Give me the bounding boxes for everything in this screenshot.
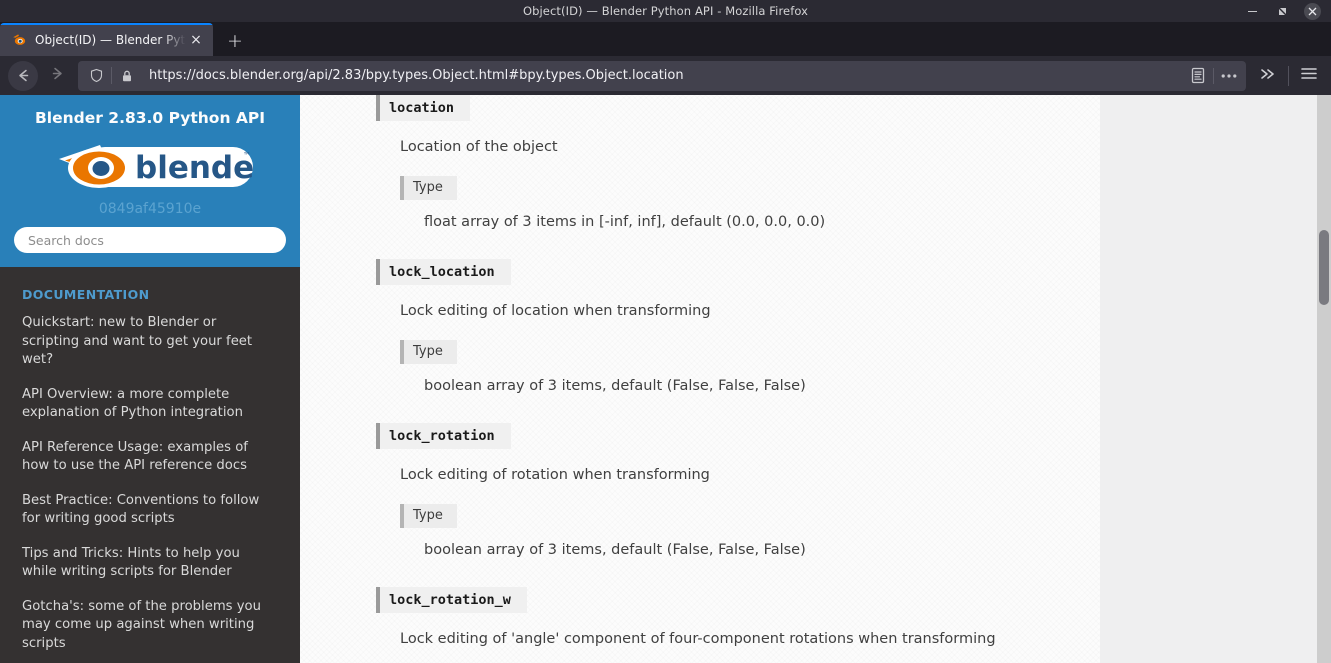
sidebar-item-best-practice[interactable]: Best Practice: Conventions to follow for… (0, 492, 300, 529)
docs-sidebar: Blender 2.83.0 Python API blender ™ 0849… (0, 95, 300, 663)
chevron-double-right-icon (1259, 66, 1277, 86)
hamburger-menu-icon (1300, 66, 1318, 85)
page-scrollbar[interactable] (1317, 95, 1331, 663)
property-location: location Location of the object Type flo… (376, 95, 1076, 230)
svg-text:™: ™ (243, 151, 251, 160)
window-title: Object(ID) — Blender Python API - Mozill… (522, 4, 809, 18)
property-description: Lock editing of 'angle' component of fou… (400, 631, 996, 647)
property-name: lock_rotation_w (376, 587, 527, 613)
scrollbar-thumb[interactable] (1319, 230, 1329, 305)
type-label: Type (400, 176, 457, 200)
browser-viewport: Blender 2.83.0 Python API blender ™ 0849… (0, 95, 1331, 663)
blender-logo[interactable]: blender ™ (0, 135, 300, 195)
forward-arrow-icon (49, 65, 66, 86)
url-bar-actions (1183, 63, 1244, 89)
app-menu-button[interactable] (1293, 60, 1325, 92)
back-button[interactable] (6, 60, 40, 92)
sidebar-nav: DOCUMENTATION Quickstart: new to Blender… (0, 267, 300, 653)
svg-text:blender: blender (135, 150, 254, 186)
type-value: boolean array of 3 items, default (False… (424, 378, 806, 394)
overflow-menu-button[interactable] (1252, 60, 1284, 92)
window-controls (1237, 0, 1327, 22)
sidebar-item-gotchas[interactable]: Gotcha's: some of the problems you may c… (0, 598, 300, 654)
url-text[interactable]: https://docs.blender.org/api/2.83/bpy.ty… (141, 68, 1183, 83)
property-description: Location of the object (400, 139, 558, 155)
navigation-toolbar: https://docs.blender.org/api/2.83/bpy.ty… (0, 56, 1331, 95)
type-value: float array of 3 items in [-inf, inf], d… (424, 214, 826, 230)
sidebar-item-quickstart[interactable]: Quickstart: new to Blender or scripting … (0, 314, 300, 370)
toolbar-divider (1288, 65, 1289, 86)
property-description: Lock editing of rotation when transformi… (400, 467, 710, 483)
window-titlebar: Object(ID) — Blender Python API - Mozill… (0, 0, 1331, 22)
sidebar-caption-documentation: DOCUMENTATION (22, 287, 150, 302)
tab-bar: Object(ID) — Blender Python API × + (0, 22, 1331, 56)
maximize-restore-button[interactable] (1267, 0, 1297, 22)
blender-favicon-icon (10, 31, 27, 48)
sidebar-header: Blender 2.83.0 Python API blender ™ 0849… (0, 95, 300, 267)
type-label: Type (400, 340, 457, 364)
reader-view-icon[interactable] (1183, 63, 1213, 89)
search-container (0, 227, 300, 253)
tab-close-icon[interactable]: × (187, 31, 205, 49)
type-value: boolean array of 3 items, default (False… (424, 542, 806, 558)
page-actions-icon[interactable] (1214, 63, 1244, 89)
minimize-button[interactable] (1237, 0, 1267, 22)
property-lock-rotation-w: lock_rotation_w Lock editing of 'angle' … (376, 587, 1076, 663)
property-description: Lock editing of location when transformi… (400, 303, 711, 319)
property-name: lock_rotation (376, 423, 511, 449)
forward-button[interactable] (40, 60, 74, 92)
close-icon (1303, 2, 1321, 20)
tracking-protection-shield-icon[interactable] (82, 63, 110, 89)
padlock-icon[interactable] (113, 63, 141, 89)
document-content: location Location of the object Type flo… (300, 95, 1100, 663)
property-lock-rotation: lock_rotation Lock editing of rotation w… (376, 423, 1076, 558)
document-scroll-area: location Location of the object Type flo… (300, 95, 1331, 663)
url-divider (111, 67, 112, 84)
tab-blender-api[interactable]: Object(ID) — Blender Python API × (0, 23, 213, 56)
back-arrow-icon (8, 60, 38, 91)
tab-title: Object(ID) — Blender Python API (35, 32, 187, 47)
url-bar[interactable]: https://docs.blender.org/api/2.83/bpy.ty… (78, 60, 1246, 91)
search-input[interactable] (14, 227, 286, 253)
property-name: location (376, 95, 471, 121)
version-hash: 0849af45910e (98, 201, 202, 217)
new-tab-button[interactable]: + (218, 26, 252, 56)
sidebar-item-api-overview[interactable]: API Overview: a more complete explanatio… (0, 386, 300, 423)
property-lock-location: lock_location Lock editing of location w… (376, 259, 1076, 394)
sidebar-item-tips-and-tricks[interactable]: Tips and Tricks: Hints to help you while… (0, 545, 300, 582)
type-label: Type (400, 504, 457, 528)
property-name: lock_location (376, 259, 511, 285)
sidebar-item-api-reference-usage[interactable]: API Reference Usage: examples of how to … (0, 439, 300, 476)
close-button[interactable] (1297, 0, 1327, 22)
sidebar-title: Blender 2.83.0 Python API (34, 109, 266, 127)
